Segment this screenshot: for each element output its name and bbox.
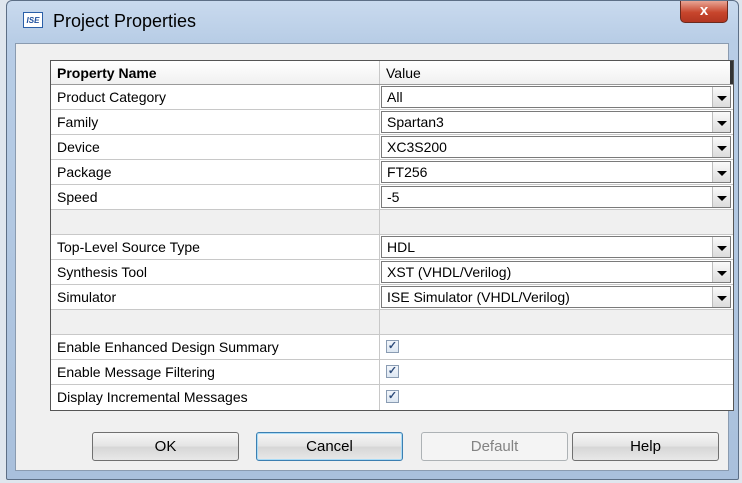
grid-spacer-row <box>51 210 733 235</box>
window-title: Project Properties <box>53 11 197 31</box>
property-label: Family <box>51 110 380 134</box>
dropdown-value: XST (VHDL/Verilog) <box>387 264 512 280</box>
property-grid: Property Name Value Product Category All… <box>50 60 734 411</box>
property-label: Top-Level Source Type <box>51 235 380 259</box>
spacer-cell <box>51 210 380 234</box>
speed-dropdown[interactable]: -5 <box>381 186 731 208</box>
spacer-cell <box>380 310 733 334</box>
property-row-product-category: Product Category All <box>51 85 733 110</box>
default-button[interactable]: Default <box>421 432 568 461</box>
spacer-cell <box>51 310 380 334</box>
cancel-button[interactable]: Cancel <box>256 432 403 461</box>
dropdown-value: XC3S200 <box>387 139 447 155</box>
spacer-cell <box>380 210 733 234</box>
help-button[interactable]: Help <box>572 432 719 461</box>
property-row-package: Package FT256 <box>51 160 733 185</box>
property-row-family: Family Spartan3 <box>51 110 733 135</box>
property-row-enable-message-filtering: Enable Message Filtering ✓ <box>51 360 733 385</box>
family-dropdown[interactable]: Spartan3 <box>381 111 731 133</box>
enhanced-design-summary-checkbox[interactable]: ✓ <box>386 340 399 353</box>
dropdown-arrow-icon[interactable] <box>712 262 730 282</box>
ise-app-icon: ISE <box>23 12 43 28</box>
dropdown-value: All <box>387 89 403 105</box>
synthesis-tool-dropdown[interactable]: XST (VHDL/Verilog) <box>381 261 731 283</box>
message-filtering-checkbox[interactable]: ✓ <box>386 365 399 378</box>
dialog-button-bar: OK Cancel Default Help <box>16 432 728 462</box>
property-label: Synthesis Tool <box>51 260 380 284</box>
property-label: Enable Message Filtering <box>51 360 380 384</box>
ok-button[interactable]: OK <box>92 432 239 461</box>
property-row-device: Device XC3S200 <box>51 135 733 160</box>
dropdown-arrow-icon[interactable] <box>712 87 730 107</box>
property-row-top-level-source-type: Top-Level Source Type HDL <box>51 235 733 260</box>
dropdown-value: FT256 <box>387 164 428 180</box>
property-row-synthesis-tool: Synthesis Tool XST (VHDL/Verilog) <box>51 260 733 285</box>
dropdown-value: Spartan3 <box>387 114 444 130</box>
incremental-messages-checkbox[interactable]: ✓ <box>386 390 399 403</box>
grid-spacer-row <box>51 310 733 335</box>
dropdown-arrow-icon[interactable] <box>712 162 730 182</box>
property-name-header: Property Name <box>51 61 380 84</box>
close-button[interactable]: x <box>680 1 728 23</box>
dialog-client-area: Property Name Value Product Category All… <box>15 43 734 471</box>
project-properties-window: ISE Project Properties x Property Name V… <box>6 0 739 480</box>
value-header: Value <box>380 61 733 84</box>
grid-header-row: Property Name Value <box>51 61 733 85</box>
property-label: Speed <box>51 185 380 209</box>
property-label: Simulator <box>51 285 380 309</box>
property-row-simulator: Simulator ISE Simulator (VHDL/Verilog) <box>51 285 733 310</box>
simulator-dropdown[interactable]: ISE Simulator (VHDL/Verilog) <box>381 286 731 308</box>
property-label: Display Incremental Messages <box>51 385 380 410</box>
top-level-source-type-dropdown[interactable]: HDL <box>381 236 731 258</box>
property-row-display-incremental-messages: Display Incremental Messages ✓ <box>51 385 733 410</box>
dropdown-arrow-icon[interactable] <box>712 287 730 307</box>
dropdown-value: -5 <box>387 189 400 205</box>
property-row-speed: Speed -5 <box>51 185 733 210</box>
property-label: Package <box>51 160 380 184</box>
dropdown-arrow-icon[interactable] <box>712 237 730 257</box>
dropdown-value: ISE Simulator (VHDL/Verilog) <box>387 289 570 305</box>
property-label: Device <box>51 135 380 159</box>
title-bar[interactable]: ISE Project Properties x <box>7 1 738 41</box>
property-label: Enable Enhanced Design Summary <box>51 335 380 359</box>
package-dropdown[interactable]: FT256 <box>381 161 731 183</box>
dropdown-arrow-icon[interactable] <box>712 112 730 132</box>
product-category-dropdown[interactable]: All <box>381 86 731 108</box>
dropdown-value: HDL <box>387 239 416 255</box>
property-label: Product Category <box>51 85 380 109</box>
dropdown-arrow-icon[interactable] <box>712 137 730 157</box>
property-row-enable-enhanced-design-summary: Enable Enhanced Design Summary ✓ <box>51 335 733 360</box>
device-dropdown[interactable]: XC3S200 <box>381 136 731 158</box>
dropdown-arrow-icon[interactable] <box>712 187 730 207</box>
